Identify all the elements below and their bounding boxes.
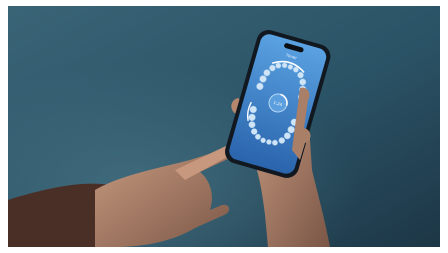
scene-photo: Timer 1:24 (0, 0, 448, 253)
